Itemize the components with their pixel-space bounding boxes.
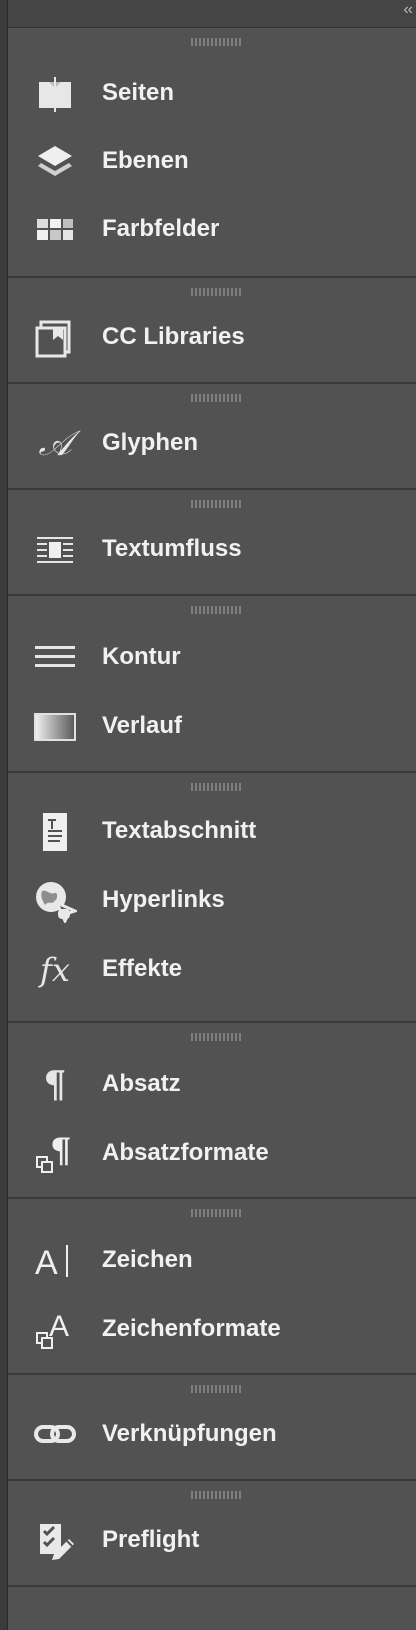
panel-group-3: 𝒜 Glyphen xyxy=(8,384,416,490)
hyperlinks-icon xyxy=(33,879,77,923)
panel-item-textabschnitt[interactable]: Textabschnitt xyxy=(8,800,416,862)
panel-group-9: Verknüpfungen xyxy=(8,1375,416,1481)
effects-icon: fx xyxy=(40,951,70,989)
panel-item-zeichen[interactable]: A Zeichen xyxy=(8,1229,416,1291)
panel-item-label: CC Libraries xyxy=(102,323,245,350)
panel-grip[interactable] xyxy=(191,500,243,508)
panel-grip[interactable] xyxy=(191,783,243,791)
panel-item-verlauf[interactable]: Verlauf xyxy=(8,695,416,757)
panel-item-glyphen[interactable]: 𝒜 Glyphen xyxy=(8,412,416,474)
panel-grip[interactable] xyxy=(191,1033,243,1041)
paragraph-styles-icon: ¶ xyxy=(33,1132,77,1176)
character-icon: A xyxy=(33,1239,77,1283)
panel-item-preflight[interactable]: Preflight xyxy=(8,1509,416,1571)
panel-item-label: Zeichenformate xyxy=(102,1315,281,1342)
panel-item-label: Textabschnitt xyxy=(102,817,257,844)
panel-group-8: A Zeichen A Zeichenformate xyxy=(8,1199,416,1375)
panel-item-textumfluss[interactable]: Textumfluss xyxy=(8,518,416,580)
character-styles-icon: A xyxy=(33,1308,77,1352)
pilcrow-icon: ¶ xyxy=(43,1064,67,1106)
panel-group-1: Seiten Ebenen Farbfelder xyxy=(8,28,416,278)
panel-dock: ‹‹ Seiten Ebenen Farbfelder CC Libraries… xyxy=(0,0,416,1630)
layers-icon xyxy=(33,140,77,184)
stroke-icon xyxy=(33,636,77,680)
panel-item-effekte[interactable]: fx Effekte xyxy=(8,938,416,1000)
panel-item-absatzformate[interactable]: ¶ Absatzformate xyxy=(8,1122,416,1184)
gradient-icon xyxy=(33,705,77,749)
panel-item-label: Hyperlinks xyxy=(102,886,225,913)
text-wrap-icon xyxy=(33,528,77,572)
panel-grip[interactable] xyxy=(191,606,243,614)
panel-group-2: CC Libraries xyxy=(8,278,416,384)
panel-item-absatz[interactable]: ¶ Absatz xyxy=(8,1053,416,1115)
panel-item-label: Absatz xyxy=(102,1070,181,1097)
links-icon xyxy=(33,1413,77,1457)
panel-group-10: Preflight xyxy=(8,1481,416,1587)
panel-item-label: Verknüpfungen xyxy=(102,1420,277,1447)
panel-item-label: Kontur xyxy=(102,643,181,670)
dock-resize-edge[interactable] xyxy=(0,0,8,1630)
svg-text:¶: ¶ xyxy=(50,1132,72,1171)
panel-group-4: Textumfluss xyxy=(8,490,416,596)
panel-item-label: Absatzformate xyxy=(102,1139,269,1166)
panel-item-label: Seiten xyxy=(102,79,175,106)
panel-item-hyperlinks[interactable]: Hyperlinks xyxy=(8,869,416,931)
preflight-icon xyxy=(33,1519,77,1563)
panel-item-farbfelder[interactable]: Farbfelder xyxy=(8,198,416,260)
glyphs-icon: 𝒜 xyxy=(38,424,72,464)
panel-group-5: Kontur Verlauf xyxy=(8,596,416,773)
panel-item-label: Ebenen xyxy=(102,147,189,174)
pages-icon xyxy=(33,72,77,116)
panel-item-label: Verlauf xyxy=(102,712,183,739)
panel-item-label: Effekte xyxy=(102,955,183,982)
panel-item-label: Textumfluss xyxy=(102,535,242,562)
panel-item-label: Glyphen xyxy=(102,429,199,456)
panel-grip[interactable] xyxy=(191,1385,243,1393)
panel-grip[interactable] xyxy=(191,38,243,46)
panel-item-label: Preflight xyxy=(102,1526,200,1553)
dock-header: ‹‹ xyxy=(8,0,416,28)
cc-libraries-icon xyxy=(33,316,77,360)
collapse-dock-icon[interactable]: ‹‹ xyxy=(403,2,413,18)
panel-group-7: ¶ Absatz ¶ Absatzformate xyxy=(8,1023,416,1199)
panel-item-label: Zeichen xyxy=(102,1246,193,1273)
panel-item-label: Farbfelder xyxy=(102,215,220,242)
panel-grip[interactable] xyxy=(191,394,243,402)
svg-text:A: A xyxy=(35,1244,58,1282)
panel-grip[interactable] xyxy=(191,1491,243,1499)
panel-item-ebenen[interactable]: Ebenen xyxy=(8,130,416,192)
panel-item-seiten[interactable]: Seiten xyxy=(8,62,416,124)
panel-item-zeichenformate[interactable]: A Zeichenformate xyxy=(8,1298,416,1360)
panel-item-kontur[interactable]: Kontur xyxy=(8,626,416,688)
swatches-icon xyxy=(33,208,77,252)
panel-grip[interactable] xyxy=(191,1209,243,1217)
panel-item-verknuepfungen[interactable]: Verknüpfungen xyxy=(8,1403,416,1465)
panel-group-6: Textabschnitt Hyperlinks fx Effekte xyxy=(8,773,416,1023)
story-icon xyxy=(33,810,77,854)
panel-grip[interactable] xyxy=(191,288,243,296)
panel-item-cc-libraries[interactable]: CC Libraries xyxy=(8,306,416,368)
